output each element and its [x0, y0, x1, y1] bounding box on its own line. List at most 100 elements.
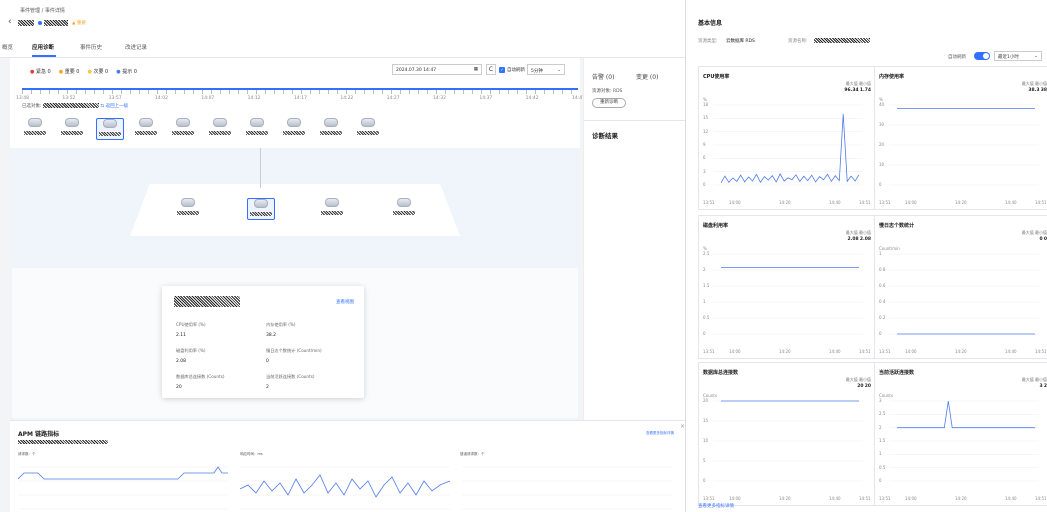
refresh-button[interactable]: C: [486, 64, 496, 75]
tab-overview[interactable]: 概览: [2, 43, 13, 51]
topology-node[interactable]: [391, 198, 417, 220]
metric-series-line: [720, 113, 860, 184]
chevron-down-icon: ⌄: [557, 68, 561, 73]
popup-metric-value: 2: [266, 385, 269, 390]
back-link[interactable]: ⇆ 返回上一级: [100, 104, 128, 109]
metric-card: 数据库总连接数 最大值 最小值 20 20 Counts 20 15 10 5 0 13:51 14…: [698, 362, 876, 506]
legend-critical: ● 紧急 0: [30, 69, 51, 75]
metric-line-chart: [889, 253, 1039, 335]
timeline-tick: 14:17: [294, 96, 307, 101]
topology-node[interactable]: [319, 198, 345, 220]
tab-bar: 概览 应用诊断 事件历史 改进记录: [0, 36, 685, 58]
change-tab[interactable]: 变更 (0): [636, 72, 658, 81]
server-name-redacted: [250, 212, 272, 216]
auto-refresh-checkbox[interactable]: ✓: [499, 67, 505, 73]
server-name-redacted: [99, 132, 121, 136]
database-icon: [324, 118, 338, 127]
database-icon: [103, 119, 117, 128]
server-name-redacted: [135, 131, 157, 135]
metric-line-chart: [889, 400, 1039, 482]
tab-improvement[interactable]: 改进记录: [125, 43, 147, 51]
database-icon: [397, 198, 411, 207]
popup-metric-value: 0: [266, 359, 269, 364]
breadcrumb-sep: /: [41, 8, 44, 14]
server-name-redacted: [320, 131, 342, 135]
tab-event-history[interactable]: 事件历史: [80, 43, 102, 51]
resource-type: 资源对象: RDS: [592, 89, 623, 94]
database-icon: [65, 118, 79, 127]
server-node[interactable]: [22, 118, 48, 140]
popup-metric: 磁盘利用率 (%) 2.08: [176, 348, 206, 364]
server-node[interactable]: [96, 118, 124, 140]
server-node[interactable]: [244, 118, 270, 140]
resource-type-label: 资源类型:: [698, 39, 718, 44]
topology-node[interactable]: [247, 198, 275, 220]
metric-card: 慢日志个数统计 最大值 最小值 0 0 Count/min 1 0.8 0.6 0.4 0.2 0…: [874, 215, 1047, 359]
server-node[interactable]: [207, 118, 233, 140]
resource-type-value: 云数据库 RDS: [726, 39, 755, 44]
popup-metric-value: 20: [176, 385, 182, 390]
server-node[interactable]: [170, 118, 196, 140]
datetime-picker[interactable]: 2024.07.30 14:47 ▦: [392, 64, 482, 75]
server-name-redacted: [283, 131, 305, 135]
selected-object-redacted: [42, 103, 99, 108]
apm-chart-label-latency: 响应时间：ms: [240, 452, 263, 456]
basic-info-title: 基本信息: [698, 20, 723, 27]
severity-legend: ● 紧急 0 ● 重要 0 ● 次要 0 ● 提示 0: [30, 68, 137, 75]
timeline-tick: 13:52: [62, 96, 76, 101]
breadcrumb: 事件管理 / 事件详情: [20, 7, 65, 14]
timeline-tick: 14:22: [340, 96, 354, 101]
apm-more-link[interactable]: 查看更多指标详情: [646, 431, 674, 436]
event-name-redacted: [44, 20, 68, 26]
timeline-ticks: 13:48 13:52 13:57 14:02 14:07 14:12 14:17 14:22…: [16, 96, 585, 102]
apm-charts-svg: [18, 466, 672, 510]
apm-path-redacted: [18, 440, 108, 444]
divider: [584, 120, 686, 121]
server-node[interactable]: [281, 118, 307, 140]
back-arrow-icon[interactable]: ‹: [8, 17, 12, 27]
metric-popup: 查看视图 CPU使用率 (%) 2.11 内存使用率 (%) 38.2 磁盘利用率 (%…: [162, 286, 364, 398]
server-node[interactable]: [318, 118, 344, 140]
database-icon: [176, 118, 190, 127]
resource-detail-panel: 基本信息 资源类型: 云数据库 RDS 资源名称: 自动刷新 最近1小时 ⌄ CP…: [685, 0, 1047, 512]
popup-metric: 当前活跃连接数 (Counts) 2: [266, 374, 315, 390]
server-node[interactable]: [355, 118, 381, 140]
severity-badge: ▲ 重要: [72, 21, 86, 26]
view-link[interactable]: 查看视图: [336, 299, 354, 305]
database-icon: [325, 198, 339, 207]
popup-metric: 慢日志个数统计 (Count/min) 0: [266, 348, 322, 364]
tab-app-diagnosis[interactable]: 应用诊断: [32, 43, 54, 51]
server-name-redacted: [246, 131, 268, 135]
timeline-tick: 14:37: [479, 96, 493, 101]
resource-name-redacted: [814, 38, 870, 43]
topology-node[interactable]: [175, 198, 201, 220]
timeline-tick: 13:48: [16, 96, 29, 101]
server-name-redacted: [209, 131, 231, 135]
popup-metric-label: CPU使用率 (%): [176, 322, 206, 327]
time-range-select[interactable]: 最近1小时 ⌄: [994, 51, 1042, 61]
server-node[interactable]: [59, 118, 85, 140]
server-name-redacted: [24, 131, 46, 135]
server-row: [22, 118, 422, 144]
popup-metric-label: 当前活跃连接数 (Counts): [266, 374, 315, 379]
server-node[interactable]: [133, 118, 159, 140]
timeline-panel: ● 紧急 0 ● 重要 0 ● 次要 0 ● 提示 0 2024.07.30 1…: [10, 58, 585, 148]
server-name-redacted: [393, 211, 415, 215]
apm-panel: APM 链路指标 查看更多指标详情 × 请求数：个 响应时间：ms 错误请求数：…: [10, 420, 685, 512]
timeline-ruler: [22, 90, 578, 94]
interval-select[interactable]: 5分钟 ⌄: [527, 64, 565, 75]
server-name-redacted: [61, 131, 83, 135]
rediagnose-button[interactable]: 重新诊断: [592, 98, 626, 108]
metric-line-chart: [713, 400, 863, 482]
auto-refresh-toggle[interactable]: [974, 52, 990, 60]
server-name-redacted: [321, 211, 343, 215]
breadcrumb-parent[interactable]: 事件管理: [20, 8, 40, 14]
server-name-redacted: [172, 131, 194, 135]
alarm-tab[interactable]: 告警 (0): [592, 72, 614, 81]
chevron-down-icon: ⌄: [1034, 54, 1038, 59]
metric-line-chart: [713, 253, 863, 335]
apm-requests-line: [18, 466, 228, 480]
more-metrics-link[interactable]: 查看更多指标详情: [698, 503, 734, 509]
topology-link: [260, 148, 261, 188]
legend-minor: ● 次要 0: [87, 69, 109, 75]
